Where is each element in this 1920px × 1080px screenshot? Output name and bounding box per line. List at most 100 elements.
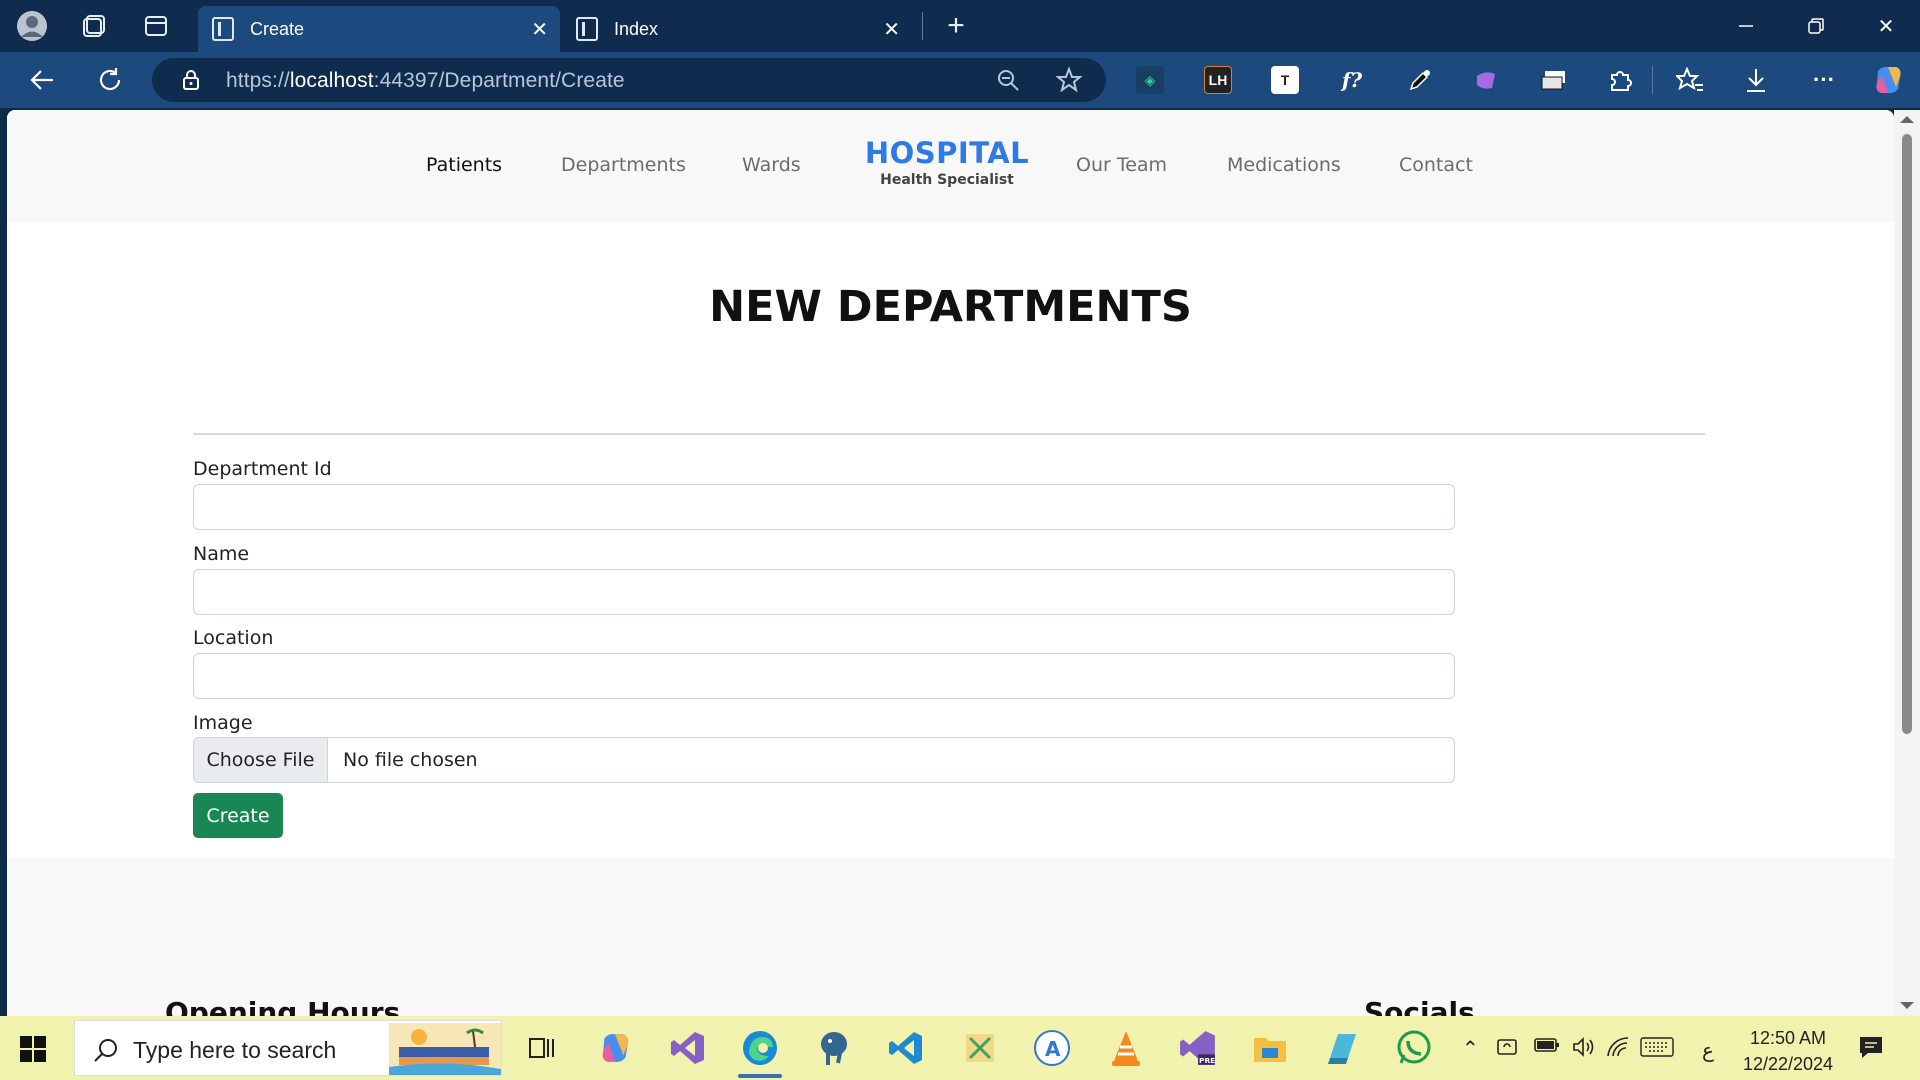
search-highlight-image (389, 1023, 501, 1075)
clock-date: 12/22/2024 (1742, 1054, 1834, 1074)
clock-time: 12:50 AM (1749, 1028, 1827, 1048)
input-language-indicator[interactable]: ع (1702, 1038, 1714, 1063)
tab-index[interactable]: Index ✕ (562, 6, 918, 52)
location-input[interactable] (193, 653, 1455, 699)
tab-label: Index (614, 18, 659, 39)
battery-icon[interactable] (1534, 1036, 1560, 1060)
brand-subtitle: Health Specialist (880, 172, 1014, 188)
visual-studio-preview-icon[interactable]: PRE (1178, 1028, 1218, 1068)
notifications-icon[interactable] (1858, 1034, 1884, 1066)
copilot-icon[interactable] (1872, 63, 1906, 97)
active-app-indicator (738, 1074, 782, 1078)
show-hidden-icons[interactable]: ⌃ (1462, 1036, 1479, 1061)
department-id-label: Department Id (193, 458, 332, 480)
page-icon (212, 17, 234, 41)
create-button[interactable]: Create (193, 793, 283, 838)
page-icon (576, 17, 598, 41)
address-bar[interactable]: https://localhost:44397/Department/Creat… (152, 58, 1106, 102)
whatsapp-icon[interactable] (1394, 1028, 1434, 1068)
nav-link-contact[interactable]: Contact (1399, 154, 1473, 176)
svg-text:A: A (1045, 1037, 1061, 1061)
extension-function-icon[interactable]: f? (1338, 66, 1366, 94)
page-scrollbar[interactable] (1894, 110, 1920, 1016)
extension-green-icon[interactable]: ◈ (1136, 66, 1164, 94)
scroll-thumb[interactable] (1902, 134, 1912, 734)
toolbar-divider (1652, 66, 1653, 94)
more-menu-icon[interactable]: ··· (1810, 66, 1838, 94)
minimize-icon[interactable] (1716, 8, 1776, 44)
scroll-down-arrow[interactable] (1900, 1002, 1914, 1009)
lock-icon[interactable] (182, 70, 200, 90)
extension-card-icon[interactable] (1540, 66, 1568, 94)
nav-link-patients[interactable]: Patients (426, 154, 502, 176)
copilot-app-icon[interactable] (596, 1028, 636, 1068)
favorite-star-icon[interactable] (1055, 66, 1083, 98)
name-input[interactable] (193, 569, 1455, 615)
site-navbar: Patients Departments Wards HOSPITAL Heal… (7, 110, 1894, 222)
nav-link-wards[interactable]: Wards (742, 154, 801, 176)
restore-icon[interactable] (1786, 8, 1846, 44)
profile-icon[interactable] (14, 8, 50, 44)
vertical-tabs-icon[interactable] (138, 8, 174, 44)
file-status-text: No file chosen (343, 749, 478, 771)
extensions-puzzle-icon[interactable] (1606, 66, 1634, 94)
choose-file-button[interactable]: Choose File (194, 738, 328, 782)
downloads-icon[interactable] (1742, 66, 1770, 94)
refresh-icon[interactable] (90, 62, 130, 98)
back-icon[interactable] (22, 62, 62, 98)
zoom-icon[interactable] (996, 68, 1020, 97)
nav-link-medications[interactable]: Medications (1227, 154, 1341, 176)
tab-create[interactable]: Create ✕ (198, 6, 560, 52)
url-text: https://localhost:44397/Department/Creat… (226, 69, 625, 92)
browser-toolbar: https://localhost:44397/Department/Creat… (0, 52, 1920, 108)
close-tab-icon[interactable]: ✕ (531, 17, 548, 42)
windows-taskbar: Type here to search A PRE ⌃ ع 12:50 AM 1… (0, 1016, 1920, 1080)
vscode-icon[interactable] (886, 1028, 926, 1068)
extension-lh-icon[interactable]: LH (1204, 66, 1232, 94)
favorites-icon[interactable] (1676, 66, 1704, 94)
svg-text:PRE: PRE (1199, 1056, 1215, 1065)
volume-icon[interactable] (1572, 1036, 1596, 1064)
image-label: Image (193, 712, 253, 734)
search-icon (94, 1039, 117, 1062)
department-id-input[interactable] (193, 484, 1455, 530)
form-divider (193, 433, 1705, 435)
extension-t-icon[interactable]: T (1271, 66, 1299, 94)
notepad-icon[interactable] (1322, 1028, 1362, 1068)
font-app-icon[interactable]: A (1032, 1028, 1072, 1068)
visual-studio-icon[interactable] (668, 1028, 708, 1068)
new-tab-icon[interactable]: + (938, 8, 974, 44)
image-file-input[interactable]: Choose File No file chosen (193, 737, 1455, 783)
workspaces-icon[interactable] (76, 8, 112, 44)
snipping-tool-icon[interactable] (960, 1028, 1000, 1068)
footer-opening-hours-heading: Opening Hours (165, 996, 401, 1016)
footer-socials-heading: Socials (1364, 996, 1475, 1016)
site-brand[interactable]: HOSPITAL Health Specialist (847, 136, 1047, 188)
windows-start-icon[interactable] (20, 1036, 46, 1062)
page-title: NEW DEPARTMENTS (709, 282, 1192, 332)
scroll-up-arrow[interactable] (1900, 116, 1914, 123)
nav-link-departments[interactable]: Departments (561, 154, 686, 176)
taskbar-search-box[interactable]: Type here to search (74, 1020, 502, 1076)
eyedropper-icon[interactable] (1406, 66, 1434, 94)
tab-label: Create (250, 18, 305, 39)
create-department-form: NEW DEPARTMENTS Department Id Name Locat… (7, 222, 1894, 858)
nav-link-our-team[interactable]: Our Team (1076, 154, 1167, 176)
taskbar-clock[interactable]: 12:50 AM 12/22/2024 (1738, 1025, 1838, 1077)
postgresql-icon[interactable] (814, 1028, 854, 1068)
brand-title: HOSPITAL (864, 136, 1030, 170)
extension-purple-icon[interactable] (1472, 66, 1500, 94)
wifi-icon[interactable] (1606, 1036, 1630, 1064)
location-label: Location (193, 627, 274, 649)
name-label: Name (193, 543, 250, 565)
browser-tab-bar: Create ✕ Index ✕ + ✕ (0, 0, 1920, 52)
file-explorer-icon[interactable] (1250, 1028, 1290, 1068)
edge-icon[interactable] (740, 1028, 780, 1068)
keyboard-icon[interactable] (1640, 1036, 1674, 1064)
task-view-icon[interactable] (522, 1028, 562, 1068)
close-window-icon[interactable]: ✕ (1856, 8, 1916, 44)
vlc-icon[interactable] (1106, 1028, 1146, 1068)
taskbar-search-text: Type here to search (133, 1037, 337, 1063)
sync-tray-icon[interactable] (1496, 1036, 1520, 1064)
close-tab-icon[interactable]: ✕ (883, 17, 900, 42)
